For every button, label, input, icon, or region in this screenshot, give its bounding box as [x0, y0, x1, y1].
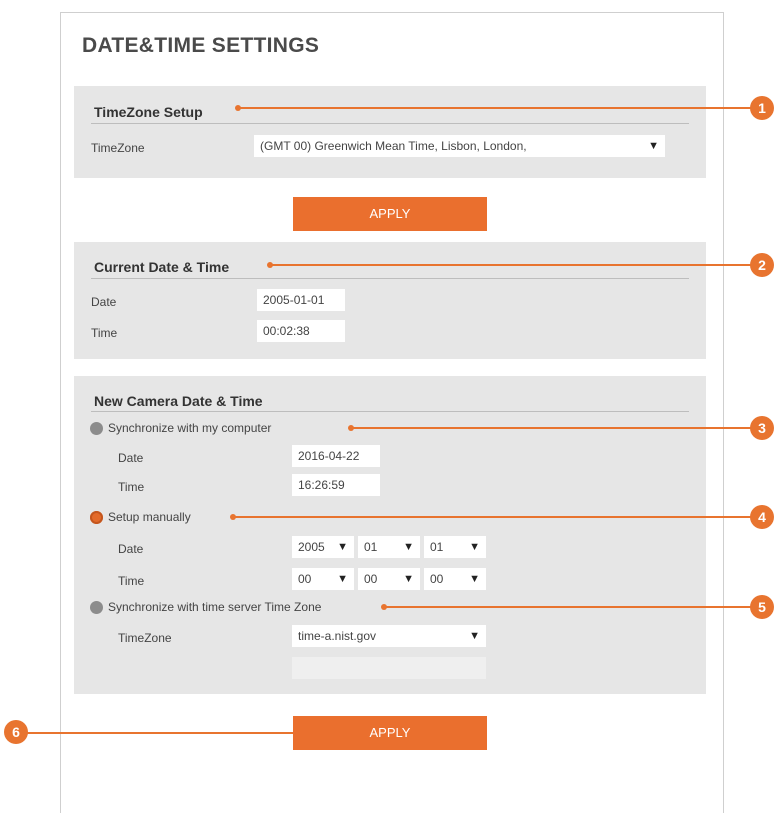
minute-select[interactable]: 00 ▼: [358, 568, 420, 590]
section-title: New Camera Date & Time: [94, 393, 263, 409]
minute-value: 00: [364, 572, 378, 586]
timezone-select[interactable]: (GMT 00) Greenwich Mean Time, Lisbon, Lo…: [254, 135, 665, 157]
hour-value: 00: [298, 572, 312, 586]
callout-2-leader: [270, 264, 756, 266]
day-value: 01: [430, 540, 444, 554]
callout-5-marker: 5: [750, 595, 774, 619]
callout-6-marker: 6: [4, 720, 28, 744]
current-date-label: Date: [91, 295, 117, 309]
month-value: 01: [364, 540, 378, 554]
sync-date-label: Date: [118, 451, 144, 465]
server-timezone-label: TimeZone: [118, 631, 172, 645]
setup-manually-radio[interactable]: [90, 511, 103, 524]
current-date-time-section: Current Date & Time Date 2005-01-01 Time…: [74, 242, 706, 359]
day-select[interactable]: 01 ▼: [424, 536, 486, 558]
timezone-setup-section: TimeZone Setup TimeZone (GMT 00) Greenwi…: [74, 86, 706, 178]
section-title: TimeZone Setup: [94, 104, 203, 120]
hour-select[interactable]: 00 ▼: [292, 568, 354, 590]
timezone-label: TimeZone: [91, 141, 145, 155]
sync-time-server-radio[interactable]: [90, 601, 103, 614]
callout-2-marker: 2: [750, 253, 774, 277]
callout-5-leader: [384, 606, 756, 608]
month-select[interactable]: 01 ▼: [358, 536, 420, 558]
second-value: 00: [430, 572, 444, 586]
current-date-field: 2005-01-01: [257, 289, 345, 311]
time-server-custom-field[interactable]: [292, 657, 486, 679]
section-title: Current Date & Time: [94, 259, 230, 275]
current-time-label: Time: [91, 326, 118, 340]
new-camera-date-time-section: New Camera Date & Time Synchronize with …: [74, 376, 706, 694]
current-time-field: 00:02:38: [257, 320, 345, 342]
setup-manually-label: Setup manually: [108, 510, 191, 524]
manual-date-label: Date: [118, 542, 144, 556]
callout-3-marker: 3: [750, 416, 774, 440]
triangle-down-icon: ▼: [403, 573, 414, 585]
apply-camera-time-button[interactable]: APPLY: [293, 716, 487, 750]
sync-time-server-label: Synchronize with time server Time Zone: [108, 600, 322, 614]
sync-date-field: 2016-04-22: [292, 445, 380, 467]
year-value: 2005: [298, 540, 325, 554]
callout-6-leader: [26, 732, 293, 734]
apply-timezone-button[interactable]: APPLY: [293, 197, 487, 231]
callout-1-marker: 1: [750, 96, 774, 120]
triangle-down-icon: ▼: [469, 630, 480, 642]
section-divider: [91, 411, 689, 412]
time-server-value: time-a.nist.gov: [298, 629, 377, 643]
triangle-down-icon: ▼: [403, 541, 414, 553]
manual-time-label: Time: [118, 574, 145, 588]
timezone-value: (GMT 00) Greenwich Mean Time, Lisbon, Lo…: [260, 139, 527, 153]
time-server-select[interactable]: time-a.nist.gov ▼: [292, 625, 486, 647]
callout-4-leader: [233, 516, 756, 518]
page-title: DATE&TIME SETTINGS: [82, 34, 320, 57]
callout-1-leader: [238, 107, 756, 109]
second-select[interactable]: 00 ▼: [424, 568, 486, 590]
triangle-down-icon: ▼: [648, 140, 659, 152]
triangle-down-icon: ▼: [469, 541, 480, 553]
callout-3-leader: [351, 427, 756, 429]
section-divider: [91, 278, 689, 279]
year-select[interactable]: 2005 ▼: [292, 536, 354, 558]
triangle-down-icon: ▼: [337, 541, 348, 553]
sync-time-label: Time: [118, 480, 145, 494]
triangle-down-icon: ▼: [469, 573, 480, 585]
sync-time-field: 16:26:59: [292, 474, 380, 496]
section-divider: [91, 123, 689, 124]
triangle-down-icon: ▼: [337, 573, 348, 585]
callout-4-marker: 4: [750, 505, 774, 529]
sync-computer-label: Synchronize with my computer: [108, 421, 272, 435]
sync-computer-radio[interactable]: [90, 422, 103, 435]
